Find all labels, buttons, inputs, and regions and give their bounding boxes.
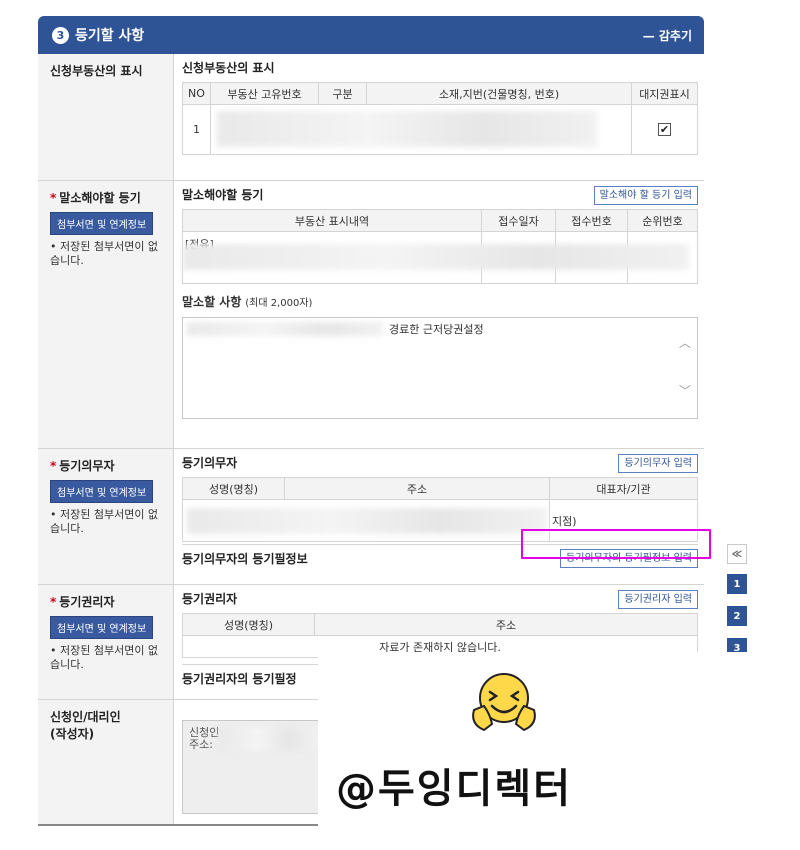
registration-panel: 3 등기할 사항 — 감추기 신청부동산의 표시 신청부동산의 표시 NO 부동… (38, 16, 704, 826)
section-header: 3 등기할 사항 — 감추기 (38, 16, 704, 54)
property-title-bar: 신청부동산의 표시 (182, 54, 698, 82)
property-title: 신청부동산의 표시 (182, 61, 275, 75)
applicant-line-2: 주소: (189, 738, 213, 751)
col-no: NO (182, 82, 211, 105)
obligor-left-label: 등기의무자 (59, 459, 115, 473)
land-right-checkbox[interactable]: ✔ (658, 123, 671, 136)
scroll-up-icon[interactable]: ︿ (679, 334, 691, 351)
cancel-desc-cell: [전유] (182, 231, 689, 284)
applicant-left: 신청인/대리인 (작성자) (38, 700, 174, 824)
obligee-left-label-wrap: * 등기권리자 (50, 593, 173, 610)
cancel-title: 말소해야할 등기 (182, 188, 264, 202)
col-type: 구분 (318, 82, 367, 105)
required-mark: * (50, 191, 57, 205)
cancel-matter-text: 경료한 근저당권설정 (389, 323, 484, 336)
obligee-input-button[interactable]: 등기권리자 입력 (618, 589, 698, 609)
col-receipt-date: 접수일자 (481, 209, 556, 232)
obligor-row-tail: 지점) (552, 514, 577, 528)
property-left: 신청부동산의 표시 (38, 54, 174, 180)
obligee-info-title: 등기권리자의 등기필정 (182, 671, 297, 686)
col-name: 성명(명칭) (182, 613, 315, 636)
redacted-blur (219, 727, 319, 751)
col-address: 소재,지번(건물명칭, 번호) (366, 82, 632, 105)
redacted-cell (210, 104, 632, 155)
obligee-title-bar: 등기권리자 등기권리자 입력 (182, 585, 698, 613)
required-mark: * (50, 595, 57, 609)
applicant-left-label-2: (작성자) (50, 727, 95, 741)
property-left-label: 신청부동산의 표시 (50, 64, 143, 78)
section-title-text: 등기할 사항 (75, 28, 145, 44)
cancel-right: 말소해야할 등기 말소해야 할 등기 입력 부동산 표시내역 접수일자 접수번호… (174, 181, 704, 448)
obligee-left: * 등기권리자 첨부서면 및 연계정보 • 저장된 첨부서면이 없습니다. (38, 585, 174, 699)
obligor-left: * 등기의무자 첨부서면 및 연계정보 • 저장된 첨부서면이 없습니다. (38, 449, 174, 584)
watermark-text: @두잉디렉터 (336, 766, 572, 812)
property-right: 신청부동산의 표시 NO 부동산 고유번호 구분 소재,지번(건물명칭, 번호)… (174, 54, 704, 180)
col-name: 성명(명칭) (182, 477, 285, 500)
required-mark: * (50, 459, 57, 473)
scroll-down-icon[interactable]: ﹀ (679, 382, 691, 399)
col-address: 주소 (284, 477, 550, 500)
row-no: 1 (182, 104, 211, 155)
property-table: NO 부동산 고유번호 구분 소재,지번(건물명칭, 번호) 대지권표시 1 ✔ (182, 82, 698, 155)
scroll-top-button[interactable]: ≪ (727, 544, 747, 564)
obligor-right: 등기의무자 등기의무자 입력 성명(명칭) 주소 대표자/기관 지점) 등기의무… (174, 449, 704, 584)
col-representative: 대표자/기관 (549, 477, 698, 500)
nav-step-1[interactable]: 1 (727, 574, 747, 594)
no-attach-note: • 저장된 첨부서면이 없습니다. (50, 508, 159, 535)
obligor-title: 등기의무자 (182, 456, 238, 470)
cancel-left-label-wrap: * 말소해야할 등기 (50, 189, 173, 206)
land-right-cell: ✔ (631, 104, 698, 155)
cancel-left-label: 말소해야할 등기 (59, 191, 141, 205)
cancel-matter-label-wrap: 말소할 사항 (최대 2,000자) (182, 293, 698, 310)
col-rank-no: 순위번호 (627, 209, 698, 232)
obligor-title-bar: 등기의무자 등기의무자 입력 (182, 449, 698, 477)
obligee-left-label: 등기권리자 (59, 595, 115, 609)
col-property-desc: 부동산 표시내역 (182, 209, 482, 232)
cancel-matter-hint: (최대 2,000자) (245, 298, 313, 309)
col-address: 주소 (314, 613, 698, 636)
cancel-title-bar: 말소해야할 등기 말소해야 할 등기 입력 (182, 181, 698, 209)
cancel-left: * 말소해야할 등기 첨부서면 및 연계정보 • 저장된 첨부서면이 없습니다. (38, 181, 174, 448)
watermark-overlay (318, 652, 800, 850)
obligor-info-title: 등기의무자의 등기필정보 (182, 551, 308, 566)
cancel-input-button[interactable]: 말소해야 할 등기 입력 (593, 185, 698, 205)
collapse-button[interactable]: — 감추기 (643, 27, 692, 44)
attach-button[interactable]: 첨부서면 및 연계정보 (50, 616, 154, 639)
cancel-matter-label: 말소할 사항 (182, 295, 242, 309)
applicant-left-label-1: 신청인/대리인 (50, 710, 121, 724)
cancel-table: 부동산 표시내역 접수일자 접수번호 순위번호 [전유] (182, 209, 698, 284)
cancel-matter-textarea[interactable]: 경료한 근저당권설정 ︿ ﹀ (182, 317, 698, 419)
cancel-row: * 말소해야할 등기 첨부서면 및 연계정보 • 저장된 첨부서면이 없습니다. … (38, 181, 704, 449)
section-number: 3 (52, 26, 69, 44)
no-attach-note: • 저장된 첨부서면이 없습니다. (50, 644, 159, 671)
redacted-blur (187, 508, 547, 534)
redacted-blur (187, 322, 383, 336)
smiley-icon (472, 673, 536, 732)
col-land-right: 대지권표시 (631, 82, 698, 105)
obligor-left-label-wrap: * 등기의무자 (50, 457, 173, 474)
obligor-input-button[interactable]: 등기의무자 입력 (618, 453, 698, 473)
obligee-title: 등기권리자 (182, 592, 238, 606)
applicant-lines: 신청인 주소: (189, 727, 219, 751)
redacted-blur (183, 244, 689, 270)
no-attach-note: • 저장된 첨부서면이 없습니다. (50, 240, 159, 267)
obligor-row: * 등기의무자 첨부서면 및 연계정보 • 저장된 첨부서면이 없습니다. 등기의… (38, 449, 704, 585)
attach-button[interactable]: 첨부서면 및 연계정보 (50, 212, 154, 235)
obligor-data-cell (182, 499, 550, 542)
property-row: 신청부동산의 표시 신청부동산의 표시 NO 부동산 고유번호 구분 소재,지번… (38, 54, 704, 181)
nav-step-2[interactable]: 2 (727, 606, 747, 626)
section-title: 3 등기할 사항 (52, 25, 144, 45)
redacted-blur (217, 111, 597, 147)
col-receipt-no: 접수번호 (555, 209, 628, 232)
attach-button[interactable]: 첨부서면 및 연계정보 (50, 480, 154, 503)
highlight-box (521, 529, 711, 559)
col-unique-no: 부동산 고유번호 (210, 82, 319, 105)
